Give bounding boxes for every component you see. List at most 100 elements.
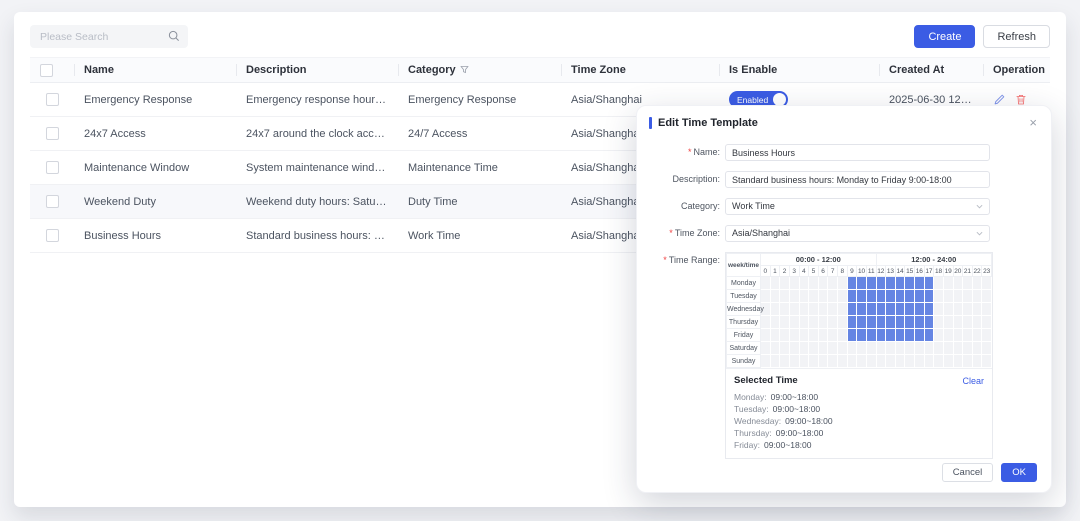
time-cell[interactable]	[857, 355, 867, 368]
time-cell[interactable]	[799, 290, 809, 303]
time-cell[interactable]	[770, 342, 780, 355]
time-cell[interactable]	[770, 290, 780, 303]
time-cell[interactable]	[847, 316, 857, 329]
time-cell[interactable]	[943, 329, 953, 342]
time-cell[interactable]	[953, 316, 963, 329]
time-cell[interactable]	[770, 329, 780, 342]
time-cell[interactable]	[857, 277, 867, 290]
time-cell[interactable]	[905, 342, 915, 355]
time-cell[interactable]	[915, 290, 925, 303]
time-cell[interactable]	[924, 316, 934, 329]
time-cell[interactable]	[828, 329, 838, 342]
time-cell[interactable]	[895, 316, 905, 329]
time-cell[interactable]	[866, 329, 876, 342]
time-cell[interactable]	[857, 303, 867, 316]
time-cell[interactable]	[847, 355, 857, 368]
row-checkbox[interactable]	[46, 229, 59, 242]
time-cell[interactable]	[818, 355, 828, 368]
time-cell[interactable]	[934, 303, 944, 316]
time-cell[interactable]	[982, 316, 992, 329]
time-cell[interactable]	[915, 329, 925, 342]
name-field[interactable]	[725, 144, 990, 161]
time-cell[interactable]	[953, 329, 963, 342]
time-cell[interactable]	[876, 277, 886, 290]
time-cell[interactable]	[818, 316, 828, 329]
row-checkbox[interactable]	[46, 161, 59, 174]
time-cell[interactable]	[943, 342, 953, 355]
time-cell[interactable]	[886, 290, 896, 303]
time-cell[interactable]	[857, 316, 867, 329]
time-cell[interactable]	[838, 329, 848, 342]
time-cell[interactable]	[972, 316, 982, 329]
time-cell[interactable]	[838, 316, 848, 329]
time-cell[interactable]	[886, 316, 896, 329]
time-cell[interactable]	[761, 342, 771, 355]
time-cell[interactable]	[761, 355, 771, 368]
time-cell[interactable]	[982, 342, 992, 355]
time-cell[interactable]	[818, 303, 828, 316]
time-cell[interactable]	[876, 303, 886, 316]
time-cell[interactable]	[953, 342, 963, 355]
time-cell[interactable]	[895, 342, 905, 355]
time-cell[interactable]	[799, 355, 809, 368]
time-cell[interactable]	[895, 303, 905, 316]
time-cell[interactable]	[780, 277, 790, 290]
time-cell[interactable]	[857, 342, 867, 355]
time-cell[interactable]	[828, 303, 838, 316]
time-cell[interactable]	[905, 355, 915, 368]
search-input[interactable]	[30, 25, 188, 48]
time-cell[interactable]	[770, 303, 780, 316]
time-cell[interactable]	[915, 316, 925, 329]
time-cell[interactable]	[915, 277, 925, 290]
time-cell[interactable]	[982, 355, 992, 368]
time-cell[interactable]	[905, 290, 915, 303]
time-cell[interactable]	[828, 277, 838, 290]
time-cell[interactable]	[838, 355, 848, 368]
time-cell[interactable]	[943, 277, 953, 290]
time-cell[interactable]	[905, 329, 915, 342]
time-cell[interactable]	[866, 342, 876, 355]
time-cell[interactable]	[972, 290, 982, 303]
time-cell[interactable]	[963, 316, 973, 329]
time-cell[interactable]	[828, 316, 838, 329]
time-cell[interactable]	[915, 355, 925, 368]
time-cell[interactable]	[963, 303, 973, 316]
time-cell[interactable]	[847, 303, 857, 316]
time-cell[interactable]	[972, 342, 982, 355]
time-cell[interactable]	[924, 329, 934, 342]
time-cell[interactable]	[934, 342, 944, 355]
timezone-select[interactable]: Asia/Shanghai	[725, 225, 990, 242]
time-cell[interactable]	[761, 277, 771, 290]
time-cell[interactable]	[761, 290, 771, 303]
time-cell[interactable]	[789, 329, 799, 342]
time-cell[interactable]	[809, 355, 819, 368]
time-cell[interactable]	[943, 316, 953, 329]
time-cell[interactable]	[943, 290, 953, 303]
time-cell[interactable]	[799, 329, 809, 342]
time-cell[interactable]	[953, 355, 963, 368]
time-cell[interactable]	[943, 355, 953, 368]
time-cell[interactable]	[761, 329, 771, 342]
time-cell[interactable]	[876, 329, 886, 342]
time-cell[interactable]	[866, 277, 876, 290]
time-cell[interactable]	[866, 316, 876, 329]
time-cell[interactable]	[895, 329, 905, 342]
row-checkbox[interactable]	[46, 127, 59, 140]
time-cell[interactable]	[799, 316, 809, 329]
time-cell[interactable]	[915, 342, 925, 355]
time-cell[interactable]	[963, 290, 973, 303]
time-cell[interactable]	[809, 329, 819, 342]
time-cell[interactable]	[828, 290, 838, 303]
select-all-checkbox[interactable]	[40, 64, 53, 77]
time-cell[interactable]	[982, 290, 992, 303]
row-checkbox[interactable]	[46, 93, 59, 106]
time-cell[interactable]	[799, 303, 809, 316]
time-cell[interactable]	[818, 342, 828, 355]
time-cell[interactable]	[866, 303, 876, 316]
time-cell[interactable]	[857, 290, 867, 303]
search-box[interactable]	[30, 25, 188, 48]
time-cell[interactable]	[866, 355, 876, 368]
time-cell[interactable]	[886, 329, 896, 342]
time-cell[interactable]	[915, 303, 925, 316]
time-cell[interactable]	[943, 303, 953, 316]
